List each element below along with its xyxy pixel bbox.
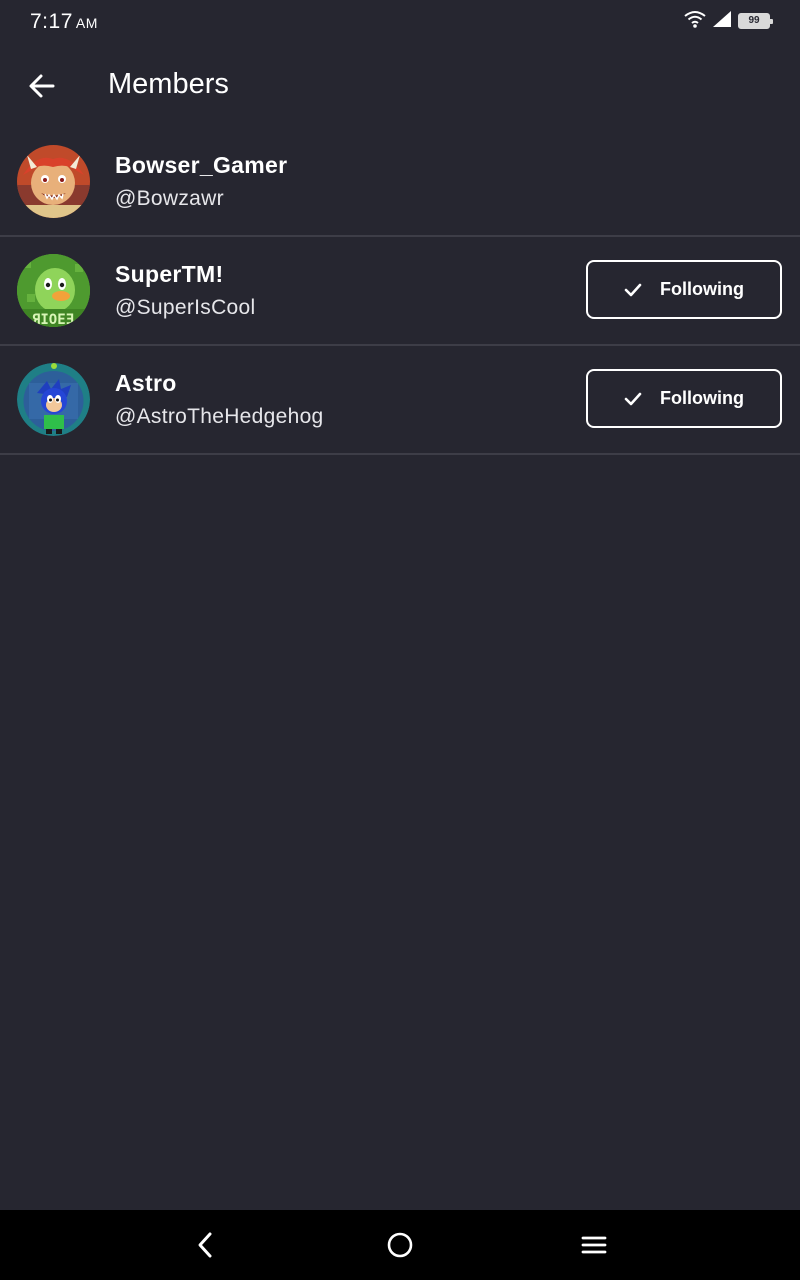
member-handle: @SuperIsCool [115, 296, 256, 319]
battery-level: 99 [748, 15, 760, 26]
blue-hedgehog-avatar [17, 363, 90, 436]
status-bar: 7:17 AM 99 [0, 0, 800, 44]
following-label: Following [660, 388, 744, 408]
following-button[interactable]: Following [586, 260, 782, 319]
avatar[interactable] [17, 145, 90, 218]
chevron-left-icon [198, 1232, 212, 1258]
clock-ampm: AM [75, 15, 98, 31]
cell-signal-icon [712, 10, 732, 33]
bowser-character-avatar [17, 145, 90, 218]
member-handle: @AstroTheHedgehog [115, 405, 324, 428]
nav-home-button[interactable] [380, 1225, 420, 1265]
app-bar: Members [0, 44, 800, 130]
checkmark-icon [624, 283, 642, 296]
back-button[interactable] [22, 66, 62, 106]
member-list: Bowser_Gamer @Bowzawr ЯIOEƎ SuperTM! @Su… [0, 128, 800, 455]
avatar[interactable] [17, 363, 90, 436]
member-row[interactable]: ЯIOEƎ SuperTM! @SuperIsCool Following [0, 237, 800, 346]
wifi-icon [684, 10, 706, 33]
member-name: SuperTM! [115, 261, 224, 287]
member-row[interactable]: Astro @AstroTheHedgehog Following [0, 346, 800, 455]
members-screen: 7:17 AM 99 Members Bowser_Gamer @Bowzawr… [0, 0, 800, 1280]
member-row[interactable]: Bowser_Gamer @Bowzawr [0, 128, 800, 237]
checkmark-icon [624, 392, 642, 405]
circle-home-icon [387, 1232, 413, 1258]
following-label: Following [660, 279, 744, 299]
member-name: Astro [115, 370, 177, 396]
battery-icon: 99 [738, 13, 773, 29]
status-icons: 99 [684, 10, 773, 33]
member-name: Bowser_Gamer [115, 152, 288, 178]
member-handle: @Bowzawr [115, 187, 224, 210]
hamburger-menu-icon [581, 1236, 607, 1254]
clock-time: 7:17 [30, 10, 73, 33]
green-bird-avatar: ЯIOEƎ [17, 254, 90, 327]
following-button[interactable]: Following [586, 369, 782, 428]
avatar[interactable]: ЯIOEƎ [17, 254, 90, 327]
nav-back-button[interactable] [185, 1225, 225, 1265]
nav-menu-button[interactable] [574, 1225, 614, 1265]
svg-text:ЯIOEƎ: ЯIOEƎ [32, 312, 74, 327]
page-title: Members [108, 68, 229, 100]
status-time: 7:17 AM [30, 10, 98, 34]
arrow-left-icon [29, 74, 55, 98]
system-nav-bar [0, 1210, 800, 1280]
